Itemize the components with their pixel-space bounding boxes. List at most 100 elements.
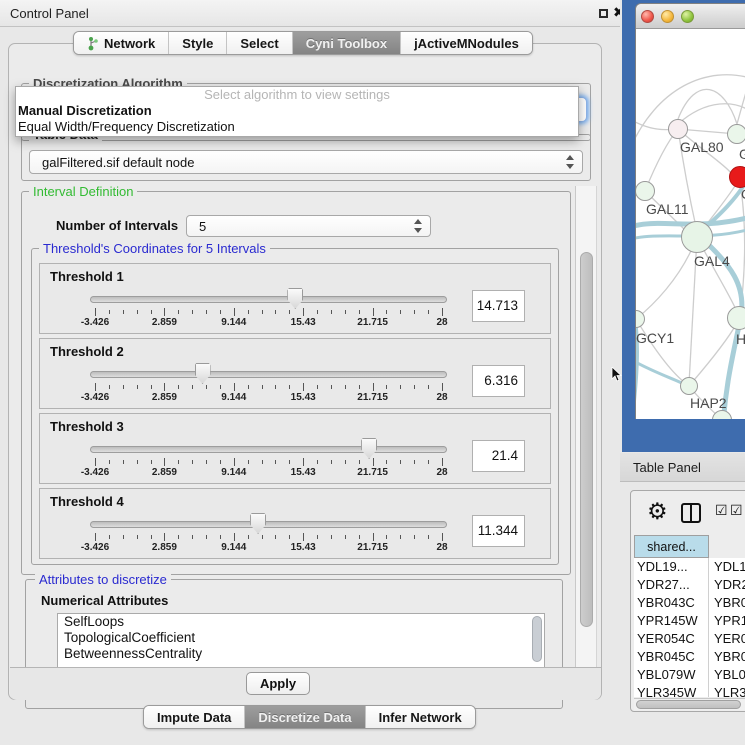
slider-thumb[interactable] [361,438,377,459]
popup-hint: Select algorithm to view settings [16,87,578,103]
threshold-row: Threshold 2 -3.4262.8599.14415.4321.7152… [39,338,551,409]
column-header-shared[interactable]: shared... [634,535,709,558]
tab-select[interactable]: Select [226,32,291,54]
table-rows: YDL19...YDL1YDR27...YDR2YBR043CYBR0YPR14… [634,558,745,697]
tab-label: jActiveMNodules [414,36,519,51]
bottom-tab-bar: Impute Data Discretize Data Infer Network [143,705,476,729]
cell-name: YLR3 [709,684,745,697]
right-pane: GAL80GCGAL11GAL4GCY1HHAP2 Table Panel ⚙ … [620,0,745,745]
slider-track[interactable] [90,521,447,528]
slider-track[interactable] [90,446,447,453]
table-hscrollbar-thumb[interactable] [636,700,741,709]
threshold-label: Threshold 3 [50,419,124,434]
attribute-item-topologicalcoefficient[interactable]: TopologicalCoefficient [58,630,544,646]
network-node-h[interactable] [727,306,745,330]
threshold-label: Threshold 4 [50,494,124,509]
column-view-icon[interactable] [681,503,701,523]
tab-cyni-toolbox[interactable]: Cyni Toolbox [292,32,400,54]
checkbox-icon[interactable]: ☑ [730,502,743,519]
top-tab-bar: Network Style Select Cyni Toolbox jActiveMNo… [73,31,533,55]
slider-tick-labels: -3.4262.8599.14415.4321.71528 [95,317,442,329]
table-row[interactable]: YBR045CYBR0 [634,648,745,666]
tab-label: Select [240,36,278,51]
slider-tick-labels: -3.4262.8599.14415.4321.71528 [95,392,442,404]
network-node-g[interactable] [727,124,745,144]
table-row[interactable]: YBL079WYBL0 [634,666,745,684]
spinner-arrows-icon[interactable] [414,219,423,233]
threshold-value-field[interactable]: 11.344 [472,515,525,547]
node-label-gal4: GAL4 [694,253,730,269]
tab-label: Infer Network [379,710,462,725]
network-node-gal4[interactable] [681,221,713,253]
table-row[interactable]: YLR345WYLR3 [634,684,745,697]
popup-item-manual-discretization[interactable]: Manual Discretization [16,103,578,119]
panel-scrollbar-thumb[interactable] [580,252,593,627]
close-traffic-light-icon[interactable] [641,10,654,23]
apply-button[interactable]: Apply [246,672,310,695]
table-row[interactable]: YER054CYER0 [634,630,745,648]
slider-ticks [95,383,442,391]
cell-shared-name: YPR145W [634,612,709,630]
tab-impute-data[interactable]: Impute Data [144,706,244,728]
cell-shared-name: YBL079W [634,666,709,684]
cell-shared-name: YLR345W [634,684,709,697]
number-of-intervals-value: 5 [199,219,206,234]
tab-network[interactable]: Network [74,32,168,54]
attribute-item-betweennesscentrality[interactable]: BetweennessCentrality [58,646,544,662]
slider-tick-labels: -3.4262.8599.14415.4321.71528 [95,467,442,479]
cell-name: YDL1 [709,558,745,576]
number-of-intervals-spinner[interactable]: 5 [186,215,431,237]
network-node-gal11[interactable] [636,181,655,201]
table-hscrollbar-track[interactable] [634,698,745,710]
table-toolbar: ⚙ ☑ ☑ [631,491,745,533]
table-row[interactable]: YDL19...YDL1 [634,558,745,576]
slider-tick-labels: -3.4262.8599.14415.4321.71528 [95,542,442,554]
table-row[interactable]: YBR043CYBR0 [634,594,745,612]
tab-jactivemnodules[interactable]: jActiveMNodules [400,32,532,54]
network-node-gal80[interactable] [668,119,688,139]
table-data-value: galFiltered.sif default node [42,155,194,170]
numerical-attributes-list[interactable]: SelfLoopsTopologicalCoefficientBetweenne… [57,613,545,670]
attributes-legend: Attributes to discretize [35,573,171,587]
gear-icon[interactable]: ⚙ [647,496,668,526]
popup-item-equal-width-frequency[interactable]: Equal Width/Frequency Discretization [16,119,578,135]
slider-thumb[interactable] [195,363,211,384]
spinner-arrows-icon[interactable] [566,155,575,169]
network-node-c[interactable] [729,166,745,188]
slider-track[interactable] [90,371,447,378]
slider-ticks [95,533,442,541]
table-data-combobox[interactable]: galFiltered.sif default node [29,150,583,174]
tab-discretize-data[interactable]: Discretize Data [244,706,364,728]
table-row[interactable]: YDR27...YDR2 [634,576,745,594]
threshold-value-field[interactable]: 14.713 [472,290,525,322]
panel-title: Control Panel [10,6,89,21]
slider-thumb[interactable] [287,288,303,309]
list-scrollbar-thumb[interactable] [532,616,542,662]
node-label-c: C [741,186,745,202]
attribute-item-selfloops[interactable]: SelfLoops [58,614,544,630]
control-panel-titlebar: Control Panel ✖ [0,0,620,27]
interval-definition-legend: Interval Definition [29,185,137,199]
threshold-value-field[interactable]: 6.316 [472,365,525,397]
checkbox-icon[interactable]: ☑ [715,502,728,519]
tab-label: Impute Data [157,710,231,725]
slider-track[interactable] [90,296,447,303]
tab-style[interactable]: Style [168,32,226,54]
panel-bottom-bar: Apply [10,667,601,700]
threshold-row: Threshold 1 -3.4262.8599.14415.4321.7152… [39,263,551,334]
threshold-value-field[interactable]: 21.4 [472,440,525,472]
minimize-traffic-light-icon[interactable] [661,10,674,23]
zoom-traffic-light-icon[interactable] [681,10,694,23]
slider-thumb[interactable] [250,513,266,534]
panel-scrollbar-track[interactable] [575,186,597,667]
table-row[interactable]: YPR145WYPR1 [634,612,745,630]
float-window-icon[interactable] [599,9,608,18]
network-node-hap2[interactable] [680,377,698,395]
table-panel-titlebar: Table Panel [620,453,745,482]
node-label-h: H [736,331,745,347]
network-canvas[interactable]: GAL80GCGAL11GAL4GCY1HHAP2 [636,29,745,419]
node-label-hap2: HAP2 [690,395,727,411]
tab-label: Network [104,36,155,51]
tab-infer-network[interactable]: Infer Network [365,706,475,728]
network-window-titlebar[interactable] [636,4,745,29]
